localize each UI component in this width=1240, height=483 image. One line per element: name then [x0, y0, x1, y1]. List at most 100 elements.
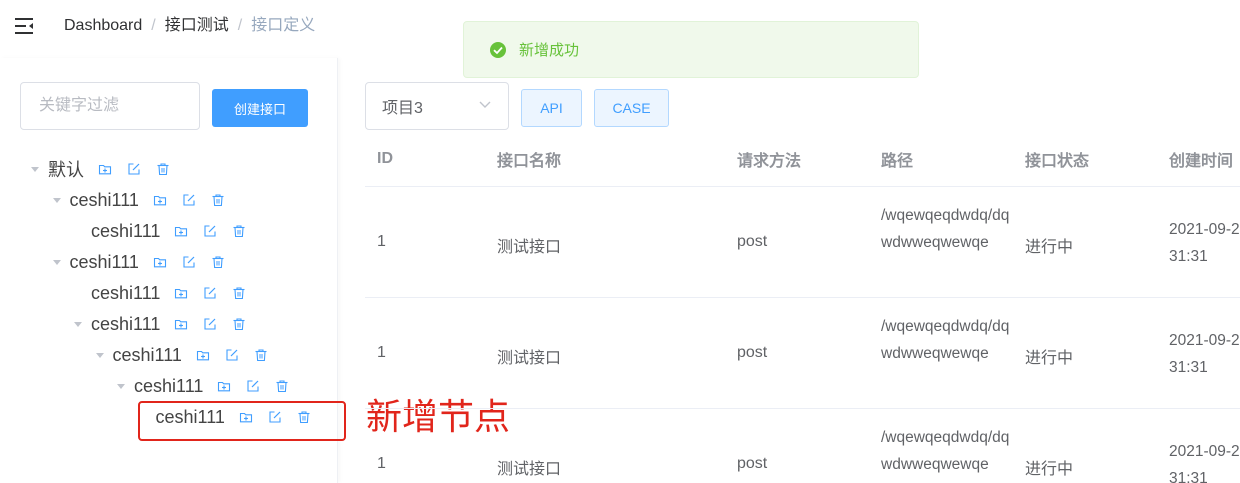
folder-add-icon[interactable] [174, 317, 188, 331]
tree-node-label: ceshi111 [91, 220, 161, 241]
trash-icon[interactable] [232, 317, 246, 331]
folder-add-icon[interactable] [174, 224, 188, 238]
edit-icon[interactable] [203, 224, 217, 238]
hamburger-fold-icon[interactable] [14, 16, 36, 36]
breadcrumb-item-dashboard[interactable]: Dashboard [64, 16, 142, 36]
table-cell-col-method: post [737, 454, 768, 472]
tree-node[interactable]: ceshi111 [95, 343, 268, 367]
table-header-col-id: ID [377, 150, 393, 167]
create-api-button[interactable]: 创建接口 [212, 89, 308, 127]
table-header-col-name: 接口名称 [497, 153, 562, 170]
edit-icon[interactable] [203, 286, 217, 300]
toast-message: 新增成功 [519, 42, 580, 59]
tree-node[interactable]: ceshi111 [73, 219, 246, 243]
caret-down-icon[interactable] [30, 164, 40, 174]
tree-node-label: ceshi111 [134, 375, 204, 396]
breadcrumb-separator: / [151, 17, 156, 34]
folder-add-icon[interactable] [196, 348, 210, 362]
tree-node[interactable]: ceshi111 [52, 188, 225, 212]
check-circle-icon [489, 41, 507, 59]
tree-node-label: 默认 [48, 160, 84, 180]
project-select[interactable]: 项目3 [365, 82, 509, 130]
breadcrumb-item-api-definition: 接口定义 [251, 17, 316, 34]
folder-add-icon[interactable] [174, 286, 188, 300]
caret-down-icon[interactable] [73, 319, 83, 329]
tree-node-actions [174, 317, 246, 331]
trash-icon[interactable] [275, 379, 289, 393]
tree-node-label: ceshi111 [69, 189, 139, 210]
table-cell-col-name: 测试接口 [497, 460, 562, 478]
tree-node-actions [153, 255, 225, 269]
caret-down-icon[interactable] [52, 195, 62, 205]
edit-icon[interactable] [225, 348, 239, 362]
edit-icon[interactable] [182, 255, 196, 269]
table-cell-col-path: /wqewqeqdwdq/dqwdwweqwewqe [881, 428, 1010, 474]
tree-node[interactable]: ceshi111 [52, 250, 225, 274]
tree-node-label: ceshi111 [69, 251, 139, 272]
table-divider [365, 297, 1240, 298]
highlight-box [138, 401, 346, 441]
edit-icon[interactable] [203, 317, 217, 331]
edit-icon[interactable] [127, 162, 141, 176]
tree-node-label: ceshi111 [91, 313, 161, 334]
tree-node-actions [98, 162, 170, 176]
table-header-col-created: 创建时间 [1169, 153, 1234, 170]
tree-node-actions [174, 286, 246, 300]
tree-node[interactable]: ceshi111 [73, 281, 246, 305]
table-cell-col-status: 进行中 [1025, 349, 1074, 367]
table-cell-col-name: 测试接口 [497, 349, 562, 367]
folder-add-icon[interactable] [153, 255, 167, 269]
project-select-value: 项目3 [382, 100, 423, 117]
caret-down-icon[interactable] [95, 350, 105, 360]
tree-node[interactable]: 默认 [30, 157, 170, 181]
edit-icon[interactable] [246, 379, 260, 393]
table-divider [365, 408, 1240, 409]
tree-node[interactable]: ceshi111 [73, 312, 246, 336]
table-cell-col-created: 2021-09-2 31:31 [1169, 220, 1240, 266]
trash-icon[interactable] [211, 193, 225, 207]
tab-api[interactable]: API [521, 89, 582, 127]
table-cell-col-method: post [737, 343, 768, 361]
table-cell-col-path: /wqewqeqdwdq/dqwdwweqwewqe [881, 206, 1010, 252]
breadcrumb-separator: / [237, 17, 243, 34]
trash-icon[interactable] [211, 255, 225, 269]
table-header-col-path: 路径 [881, 153, 914, 170]
table-cell-col-method: post [737, 232, 768, 250]
edit-icon[interactable] [182, 193, 196, 207]
table-header-col-status: 接口状态 [1025, 153, 1090, 170]
tree-node-actions [174, 224, 246, 238]
folder-add-icon[interactable] [217, 379, 231, 393]
chevron-down-icon [478, 97, 492, 116]
tab-case[interactable]: CASE [594, 89, 669, 127]
tree-node-label: ceshi111 [112, 344, 182, 365]
tree-node-actions [153, 193, 225, 207]
keyword-filter-input[interactable] [20, 82, 200, 130]
tree-node-actions [196, 348, 268, 362]
trash-icon[interactable] [156, 162, 170, 176]
tree-node-label: ceshi111 [91, 282, 161, 303]
trash-icon[interactable] [232, 286, 246, 300]
table-header-col-method: 请求方法 [737, 153, 802, 170]
table-cell-col-created: 2021-09-2 31:31 [1169, 331, 1240, 377]
table-divider [365, 186, 1240, 187]
caret-down-icon[interactable] [52, 257, 62, 267]
breadcrumb: Dashboard / 接口测试 / 接口定义 [64, 16, 315, 36]
folder-add-icon[interactable] [153, 193, 167, 207]
table-cell-col-id: 1 [377, 454, 386, 472]
table-cell-col-created: 2021-09-2 31:31 [1169, 442, 1240, 483]
folder-add-icon[interactable] [98, 162, 112, 176]
table-cell-col-path: /wqewqeqdwdq/dqwdwweqwewqe [881, 317, 1010, 363]
breadcrumb-item-api-test[interactable]: 接口测试 [165, 16, 229, 36]
tree-node[interactable]: ceshi111 [116, 374, 289, 398]
tree-node-actions [217, 379, 289, 393]
table-cell-col-id: 1 [377, 343, 386, 361]
table-cell-col-status: 进行中 [1025, 460, 1074, 478]
caret-down-icon[interactable] [116, 381, 126, 391]
annotation-label: 新增节点 [366, 397, 511, 438]
success-toast: 新增成功 [463, 21, 919, 78]
table-cell-col-name: 测试接口 [497, 238, 562, 256]
table-cell-col-status: 进行中 [1025, 238, 1074, 256]
table-cell-col-id: 1 [377, 232, 386, 250]
trash-icon[interactable] [254, 348, 268, 362]
trash-icon[interactable] [232, 224, 246, 238]
